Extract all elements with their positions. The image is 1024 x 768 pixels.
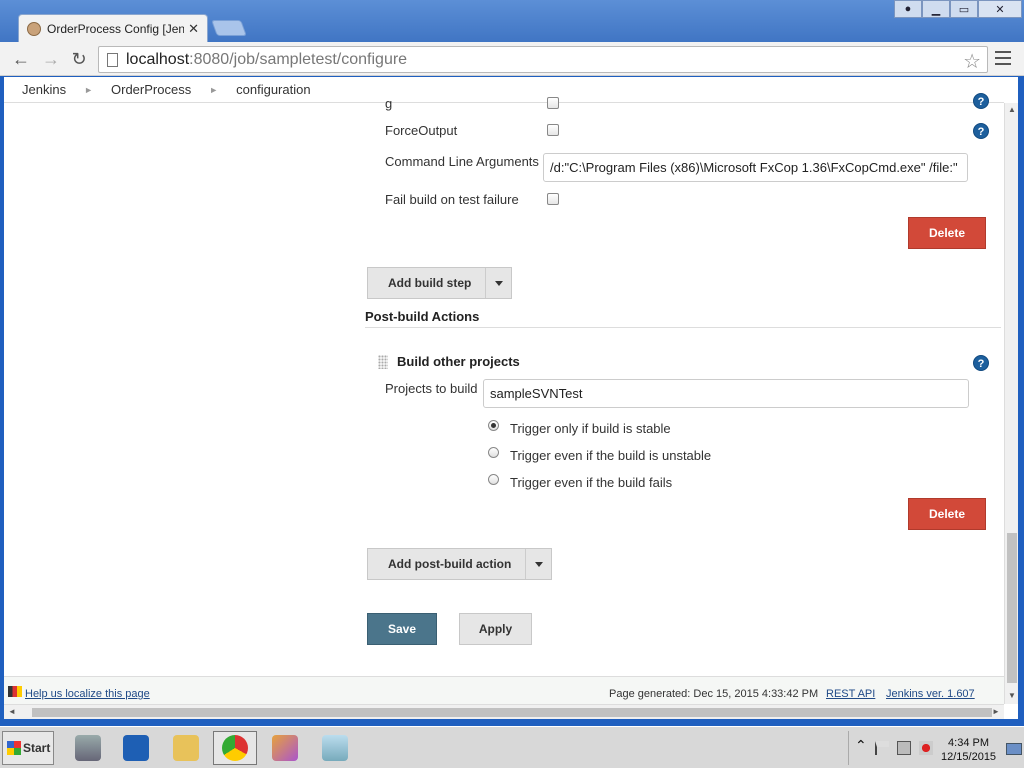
help-icon[interactable]: ?	[973, 123, 989, 139]
radio-label-unstable: Trigger even if the build is unstable	[510, 448, 712, 463]
chrome-icon[interactable]	[213, 731, 257, 765]
tray-chevron-icon[interactable]: ⌃	[855, 737, 867, 754]
bookmark-star-icon[interactable]: ☆	[963, 49, 981, 74]
url-host: localhost	[126, 50, 190, 68]
page-icon	[107, 52, 118, 67]
add-post-build-action-label: Add post-build action	[388, 557, 512, 571]
apply-button[interactable]: Apply	[459, 613, 532, 645]
radio-trigger-unstable[interactable]	[488, 447, 499, 458]
rest-api-link[interactable]: REST API	[826, 688, 875, 700]
fail-build-label: Fail build on test failure	[385, 192, 519, 207]
add-build-step-label: Add build step	[388, 276, 472, 290]
radio-label-fails: Trigger even if the build fails	[510, 475, 673, 490]
radio-trigger-fails[interactable]	[488, 474, 499, 485]
system-tray: ⌃ 4:34 PM 12/15/2015	[848, 731, 1024, 765]
address-bar[interactable]: localhost:8080/job/sampletest/configure …	[98, 46, 988, 73]
scroll-up-icon[interactable]: ▲	[1008, 105, 1016, 114]
maximize-icon[interactable]: ▭	[950, 0, 978, 18]
url-text: localhost:8080/job/sampletest/configure	[126, 51, 407, 69]
build-other-projects-title: Build other projects	[397, 354, 520, 369]
caret-down-icon[interactable]	[525, 549, 551, 579]
help-icon[interactable]: ?	[973, 93, 989, 109]
browser-menu-icon[interactable]	[995, 51, 1011, 65]
add-post-build-action-button[interactable]: Add post-build action	[367, 548, 553, 580]
show-desktop-icon[interactable]	[1006, 743, 1022, 755]
back-arrow-icon[interactable]: ←	[10, 49, 32, 69]
user-icon[interactable]: ●	[894, 0, 922, 18]
server-manager-icon[interactable]	[66, 731, 110, 765]
add-build-step-button[interactable]: Add build step	[367, 267, 513, 299]
file-explorer-icon[interactable]	[164, 731, 208, 765]
clock-time: 4:34 PM	[948, 737, 990, 749]
page-footer: Help us localize this page Page generate…	[4, 676, 1004, 704]
breadcrumb-separator-icon: ►	[209, 84, 219, 95]
clock[interactable]: 4:34 PM 12/15/2015	[941, 736, 996, 764]
forward-arrow-icon[interactable]: →	[40, 49, 62, 69]
start-label: Start	[23, 741, 51, 755]
network-icon[interactable]	[897, 741, 911, 755]
powershell-icon[interactable]	[114, 731, 158, 765]
config-form: g ? ForceOutput ? Command Line Arguments…	[4, 93, 1004, 673]
minimize-icon[interactable]: ▁	[922, 0, 950, 18]
flag-icon	[8, 686, 22, 697]
url-path: :8080/job/sampletest/configure	[189, 50, 408, 68]
scroll-right-icon[interactable]: ►	[992, 707, 1000, 716]
page-generated-text: Page generated: Dec 15, 2015 4:33:42 PM	[609, 688, 819, 700]
caret-down-icon[interactable]	[485, 268, 511, 298]
command-line-input[interactable]: /d:"C:\Program Files (x86)\Microsoft FxC…	[543, 153, 968, 182]
breadcrumb-jenkins[interactable]: Jenkins	[22, 82, 66, 97]
breadcrumb-configuration[interactable]: configuration	[236, 82, 310, 97]
horizontal-scrollbar[interactable]: ◄ ►	[4, 704, 1004, 719]
tab-close-icon[interactable]: ✕	[188, 21, 199, 37]
localize-link[interactable]: Help us localize this page	[25, 688, 150, 700]
jenkins-favicon-icon	[27, 21, 41, 36]
page-viewport: Jenkins ► OrderProcess ► configuration g…	[4, 77, 1018, 719]
partial-label: g	[385, 96, 393, 111]
save-button[interactable]: Save	[367, 613, 437, 645]
delete-post-build-button[interactable]: Delete	[908, 498, 986, 530]
breadcrumb-orderprocess[interactable]: OrderProcess	[111, 82, 191, 97]
new-tab-button[interactable]	[211, 20, 247, 36]
fail-build-checkbox[interactable]	[547, 193, 559, 205]
volume-muted-icon[interactable]	[919, 741, 933, 755]
browser-tab[interactable]: OrderProcess Config [Jenkins ✕	[18, 14, 208, 42]
taskbar: Start ⌃ 4:34 PM 12/15/2015	[0, 726, 1024, 768]
tab-title: OrderProcess Config [Jenkins	[47, 21, 185, 36]
jenkins-version-link[interactable]: Jenkins ver. 1.607	[886, 688, 975, 700]
command-line-label: Command Line Arguments	[385, 154, 539, 169]
horizontal-scroll-thumb[interactable]	[32, 708, 992, 717]
partial-checkbox[interactable]	[547, 97, 559, 109]
projects-to-build-label: Projects to build	[385, 381, 478, 396]
breadcrumb: Jenkins ► OrderProcess ► configuration	[4, 77, 1004, 103]
windows-logo-icon	[7, 741, 21, 755]
help-icon[interactable]: ?	[973, 355, 989, 371]
browser-titlebar: OrderProcess Config [Jenkins ✕ ● ▁ ▭ ✕	[0, 0, 1024, 44]
post-build-section-title: Post-build Actions	[365, 309, 480, 324]
window-controls: ● ▁ ▭ ✕	[894, 0, 1022, 18]
window-close-icon[interactable]: ✕	[978, 0, 1022, 18]
browser-toolbar: ← → ↻ localhost:8080/job/sampletest/conf…	[0, 42, 1024, 76]
vertical-scroll-thumb[interactable]	[1007, 533, 1017, 683]
section-divider	[365, 327, 1001, 328]
delete-build-step-button[interactable]: Delete	[908, 217, 986, 249]
start-button[interactable]: Start	[2, 731, 54, 765]
vertical-scrollbar[interactable]: ▲ ▼	[1004, 103, 1018, 704]
action-center-flag-icon[interactable]	[875, 741, 889, 755]
breadcrumb-separator-icon: ►	[84, 84, 93, 95]
visual-studio-icon[interactable]	[263, 731, 307, 765]
clock-date: 12/15/2015	[941, 751, 997, 763]
force-output-label: ForceOutput	[385, 123, 458, 138]
scroll-down-icon[interactable]: ▼	[1008, 691, 1016, 700]
force-output-checkbox[interactable]	[547, 124, 559, 136]
projects-to-build-input[interactable]: sampleSVNTest	[483, 379, 969, 408]
scroll-left-icon[interactable]: ◄	[8, 707, 16, 716]
reload-icon[interactable]: ↻	[68, 49, 90, 69]
drag-handle-icon[interactable]	[378, 355, 388, 369]
notepad-icon[interactable]	[313, 731, 357, 765]
radio-trigger-stable[interactable]	[488, 420, 499, 431]
radio-label-stable: Trigger only if build is stable	[510, 421, 671, 436]
